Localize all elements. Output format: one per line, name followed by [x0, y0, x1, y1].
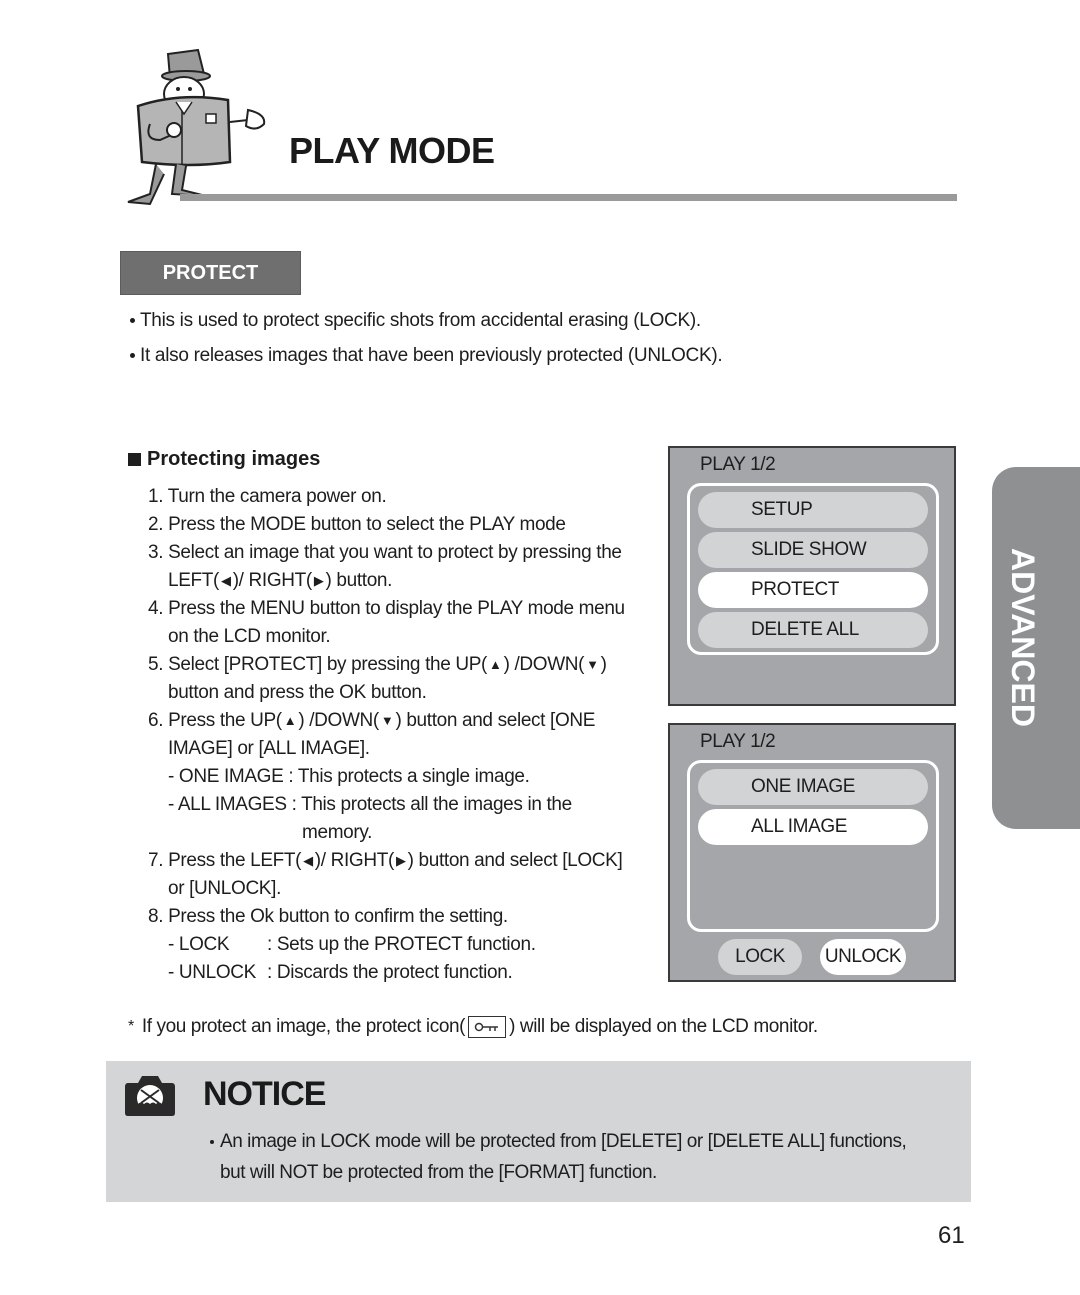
bullet-icon: [130, 318, 135, 324]
intro-bullet: It also releases images that have been p…: [130, 345, 723, 367]
notice-camera-icon: [125, 1076, 175, 1116]
lcd-menu-frame: ONE IMAGE ALL IMAGE: [687, 760, 939, 932]
lcd-play-menu: PLAY 1/2 SETUP SLIDE SHOW PROTECT DELETE…: [668, 446, 956, 706]
step-4: 4. Press the MENU button to display the …: [148, 598, 625, 619]
down-arrow-icon: ▼: [380, 713, 394, 728]
down-arrow-icon: ▼: [586, 657, 599, 672]
lcd-title: PLAY 1/2: [700, 454, 776, 475]
notice-text: An image in LOCK mode will be protected …: [210, 1126, 907, 1188]
step-8: 8. Press the Ok button to confirm the se…: [148, 906, 508, 927]
right-arrow-icon: ▶: [395, 853, 406, 868]
procedure-heading: Protecting images: [128, 448, 320, 471]
step-7: 7. Press the LEFT(◀)/ RIGHT(▶) button an…: [148, 847, 648, 875]
step-5-cont: button and press the OK button.: [168, 682, 427, 703]
step-6-all-images-cont: memory.: [302, 822, 373, 843]
bullet-icon: [210, 1139, 214, 1144]
up-arrow-icon: ▲: [489, 657, 502, 672]
step-3-cont: LEFT(◀)/ RIGHT(▶) button.: [148, 567, 648, 595]
menu-item-protect[interactable]: PROTECT: [698, 572, 928, 608]
step-8-unlock: - UNLOCK: Discards the protect function.: [168, 962, 513, 983]
menu-item-delete-all[interactable]: DELETE ALL: [698, 612, 928, 648]
unlock-button[interactable]: UNLOCK: [820, 939, 906, 975]
step-4-cont: on the LCD monitor.: [168, 626, 331, 647]
step-6-cont: IMAGE] or [ALL IMAGE].: [168, 738, 370, 759]
asterisk-icon: *: [128, 1018, 134, 1035]
lcd-menu-frame: SETUP SLIDE SHOW PROTECT DELETE ALL: [687, 483, 939, 655]
page-title: PLAY MODE: [289, 130, 495, 171]
procedure-steps: 1. Turn the camera power on. 2. Press th…: [148, 483, 648, 987]
camera-mascot-icon: [127, 48, 266, 206]
step-6-one-image: - ONE IMAGE : This protects a single ima…: [168, 766, 530, 787]
left-arrow-icon: ◀: [221, 573, 231, 588]
title-divider: [180, 194, 957, 201]
notice-title: NOTICE: [203, 1075, 326, 1113]
step-6-all-images: - ALL IMAGES : This protects all the ima…: [168, 794, 572, 815]
step-3: 3. Select an image that you want to prot…: [148, 542, 622, 563]
intro-bullet: This is used to protect specific shots f…: [130, 310, 701, 332]
step-8-lock: - LOCK: Sets up the PROTECT function.: [168, 934, 536, 955]
step-5: 5. Select [PROTECT] by pressing the UP(▲…: [148, 651, 648, 679]
left-arrow-icon: ◀: [303, 853, 313, 868]
right-arrow-icon: ▶: [313, 573, 324, 588]
lcd-protect-menu: PLAY 1/2 ONE IMAGE ALL IMAGE LOCK UNLOCK: [668, 723, 956, 982]
page-number: 61: [938, 1222, 965, 1249]
footnote: * If you protect an image, the protect i…: [128, 1016, 818, 1038]
menu-item-slide-show[interactable]: SLIDE SHOW: [698, 532, 928, 568]
up-arrow-icon: ▲: [283, 713, 297, 728]
menu-item-all-image[interactable]: ALL IMAGE: [698, 809, 928, 845]
section-tab-protect: PROTECT: [120, 251, 301, 295]
notice-box: NOTICE An image in LOCK mode will be pro…: [106, 1061, 971, 1202]
step-6: 6. Press the UP(▲) /DOWN(▼) button and s…: [148, 707, 648, 735]
menu-item-setup[interactable]: SETUP: [698, 492, 928, 528]
lock-button[interactable]: LOCK: [718, 939, 802, 975]
step-7-cont: or [UNLOCK].: [168, 878, 281, 899]
key-icon: [468, 1016, 507, 1038]
square-bullet-icon: [128, 453, 141, 466]
lcd-title: PLAY 1/2: [700, 731, 776, 752]
bullet-icon: [130, 353, 135, 359]
step-1: 1. Turn the camera power on.: [148, 486, 387, 507]
chapter-side-tab-label: ADVANCED: [1005, 548, 1041, 727]
step-2: 2. Press the MODE button to select the P…: [148, 514, 566, 535]
menu-item-one-image[interactable]: ONE IMAGE: [698, 769, 928, 805]
